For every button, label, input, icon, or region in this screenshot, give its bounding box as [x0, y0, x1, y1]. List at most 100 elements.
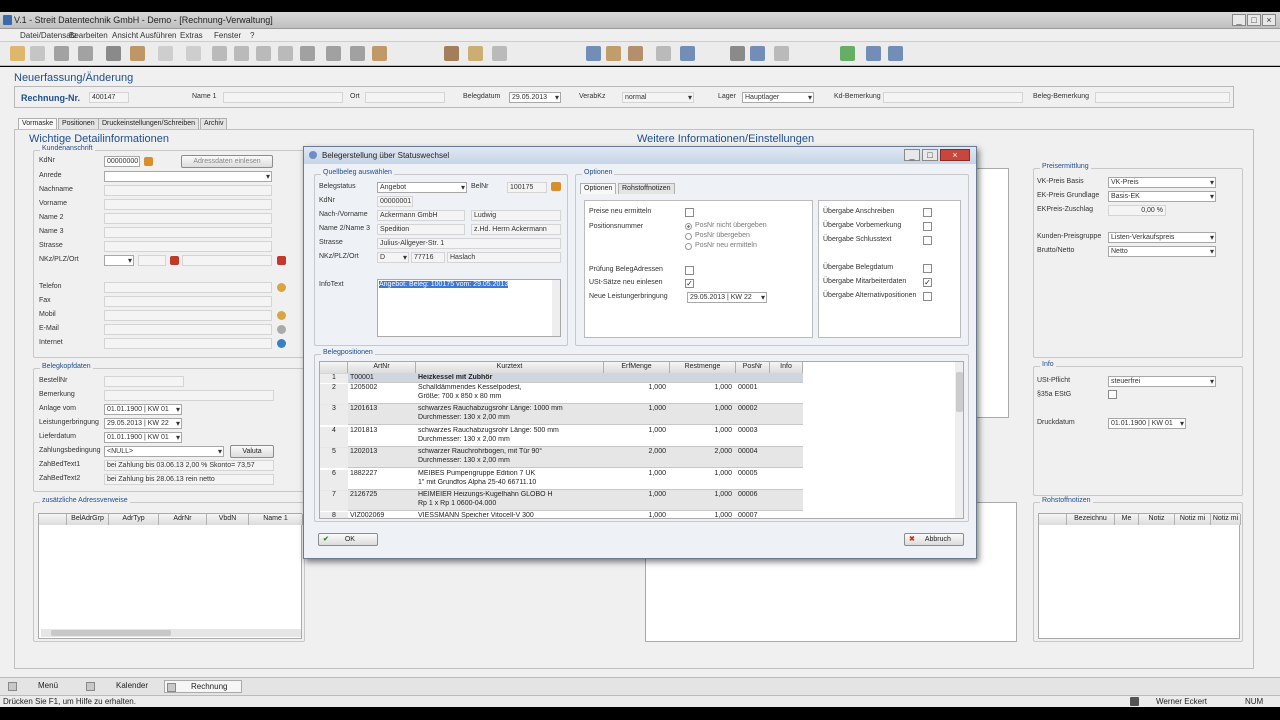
contact-input-4[interactable]	[104, 338, 272, 349]
pos-col-posnr[interactable]: PosNr	[736, 362, 770, 373]
toolbar-icon-22[interactable]	[628, 46, 643, 61]
adressdaten-button[interactable]: Adressdaten einlesen	[181, 155, 273, 168]
taskbar-item-1[interactable]: Kalender	[84, 680, 156, 693]
table-row[interactable]: 4 1201813 schwarzes Rauchabzugsrohr Länge:…	[320, 425, 803, 447]
posnr-radio-0[interactable]	[685, 223, 692, 230]
pos-col-info[interactable]: Info	[770, 362, 803, 373]
bestellnr-field[interactable]	[104, 376, 184, 387]
roh-col-2[interactable]: Notiz	[1139, 514, 1175, 525]
estg-checkbox[interactable]	[1108, 390, 1117, 399]
valuta-button[interactable]: Valuta	[230, 445, 274, 458]
adressverweise-grid[interactable]: BelAdrGrp AdrTyp AdrNr VbdN Name 1	[38, 513, 303, 639]
taskbar-item-0[interactable]: Menü	[6, 680, 78, 693]
field-input-3[interactable]	[104, 213, 272, 224]
toolbar-icon-16[interactable]	[372, 46, 387, 61]
menu-item-6[interactable]: ?	[250, 31, 254, 40]
toolbar-icon-11[interactable]	[256, 46, 271, 61]
dlg-strasse-field[interactable]: Julius-Allgeyer-Str. 1	[377, 238, 561, 249]
grid-selector-header[interactable]	[320, 362, 348, 373]
table-row[interactable]: 3 1201613 schwarzes Rauchabzugsrohr Länge:…	[320, 404, 803, 426]
leistung-field[interactable]: 29.05.2013 | KW 22	[104, 418, 182, 429]
toolbar-icon-26[interactable]	[750, 46, 765, 61]
dlg-kdnr-field[interactable]: 00000001	[377, 196, 413, 207]
posnr-radio-1[interactable]	[685, 233, 692, 240]
toolbar-icon-24[interactable]	[680, 46, 695, 61]
lieferdatum-field[interactable]: 01.01.1900 | KW 01	[104, 432, 182, 443]
opt-right-checkbox-3[interactable]	[923, 264, 932, 273]
zahlung-select[interactable]: <NULL>	[104, 446, 224, 457]
toolbar-icon-12[interactable]	[278, 46, 293, 61]
zbt1-field[interactable]: bei Zahlung bis 03.06.13 2,00 % Skonto= …	[104, 460, 274, 471]
menu-item-2[interactable]: Ansicht	[112, 31, 138, 40]
infotext-scrollbar[interactable]	[552, 280, 560, 336]
dialog-minimize-button[interactable]: _	[904, 149, 920, 161]
toolbar-icon-28[interactable]	[840, 46, 855, 61]
toolbar-icon-19[interactable]	[492, 46, 507, 61]
kpg-select[interactable]: Listen-Verkaufspreis	[1108, 232, 1216, 243]
contact-action-icon-4[interactable]	[277, 339, 286, 348]
roh-col-1[interactable]: Me	[1115, 514, 1139, 525]
name1-field[interactable]	[223, 92, 343, 103]
beleg-bemerkung-field[interactable]	[1095, 92, 1230, 103]
menu-item-4[interactable]: Extras	[180, 31, 203, 40]
toolbar-icon-4[interactable]	[78, 46, 93, 61]
bn-select[interactable]: Netto	[1108, 246, 1216, 257]
table-row[interactable]: 2 1205002 Schalldämmendes Kesselpodest, Grö…	[320, 383, 803, 404]
contact-action-icon-2[interactable]	[277, 311, 286, 320]
toolbar-icon-14[interactable]	[326, 46, 341, 61]
roh-col-0[interactable]: Bezeichnu	[1067, 514, 1115, 525]
toolbar-icon-27[interactable]	[774, 46, 789, 61]
zus-col-0[interactable]: BelAdrGrp	[67, 514, 109, 525]
toolbar-icon-1[interactable]	[10, 46, 25, 61]
contact-action-icon-3[interactable]	[277, 325, 286, 334]
vertical-scrollbar[interactable]	[955, 362, 963, 518]
toolbar-icon-15[interactable]	[350, 46, 365, 61]
toolbar-icon-18[interactable]	[468, 46, 483, 61]
toolbar-icon-9[interactable]	[212, 46, 227, 61]
dlg-ort-field[interactable]: Haslach	[447, 252, 561, 263]
belegstatus-select[interactable]: Angebot	[377, 182, 467, 193]
toolbar-icon-30[interactable]	[888, 46, 903, 61]
toolbar-icon-17[interactable]	[444, 46, 459, 61]
name3-field[interactable]: z.Hd. Herrn Ackermann	[471, 224, 561, 235]
field-input-1[interactable]	[104, 185, 272, 196]
contact-action-icon-0[interactable]	[277, 283, 286, 292]
menu-item-1[interactable]: Bearbeiten	[69, 31, 108, 40]
lookup-icon[interactable]	[551, 182, 561, 191]
plz-field[interactable]: 77716	[411, 252, 445, 263]
kd-bemerkung-field[interactable]	[883, 92, 1023, 103]
dialog-maximize-button[interactable]: □	[922, 149, 938, 161]
opt-right-checkbox-0[interactable]	[923, 208, 932, 217]
rohstoffnotizen-grid[interactable]: Bezeichnu Me Notiz Notiz mi Notiz mi	[1038, 513, 1241, 639]
zbt2-field[interactable]: bei Zahlung bis 28.06.13 rein netto	[104, 474, 274, 485]
ort-input[interactable]	[182, 255, 272, 266]
table-row[interactable]: 6 1882227 MEIBES Pumpengruppe Edition 7 UK…	[320, 468, 803, 490]
maximize-button[interactable]: □	[1247, 14, 1261, 26]
opt-left-checkbox-0[interactable]	[685, 208, 694, 217]
pos-col-erfmenge[interactable]: ErfMenge	[604, 362, 670, 373]
toolbar-icon-13[interactable]	[300, 46, 315, 61]
roh-col-4[interactable]: Notiz mi	[1211, 514, 1241, 525]
contact-input-3[interactable]	[104, 324, 272, 335]
toolbar-icon-2[interactable]	[30, 46, 45, 61]
toolbar-icon-6[interactable]	[130, 46, 145, 61]
name2-field[interactable]: Spedition	[377, 224, 465, 235]
ort-field[interactable]	[365, 92, 445, 103]
contact-input-1[interactable]	[104, 296, 272, 307]
taskbar-item-2[interactable]: Rechnung	[164, 680, 242, 693]
contact-input-2[interactable]	[104, 310, 272, 321]
contact-input-0[interactable]	[104, 282, 272, 293]
bemerkung-field[interactable]	[104, 390, 274, 401]
toolbar-icon-10[interactable]	[234, 46, 249, 61]
nkz-field[interactable]	[104, 255, 134, 266]
zus-col-3[interactable]: VbdN	[207, 514, 249, 525]
plz-lookup-icon[interactable]	[170, 256, 179, 265]
toolbar-icon-8[interactable]	[186, 46, 201, 61]
toolbar-icon-29[interactable]	[866, 46, 881, 61]
field-input-4[interactable]	[104, 227, 272, 238]
toolbar-icon-20[interactable]	[586, 46, 601, 61]
ust-select[interactable]: steuerfrei	[1108, 376, 1216, 387]
opt-right-checkbox-4[interactable]: ✓	[923, 278, 932, 287]
opt-left-checkbox-1[interactable]	[685, 266, 694, 275]
opt-tab-rohstoffnotizen[interactable]: Rohstoffnotizen	[618, 183, 675, 194]
